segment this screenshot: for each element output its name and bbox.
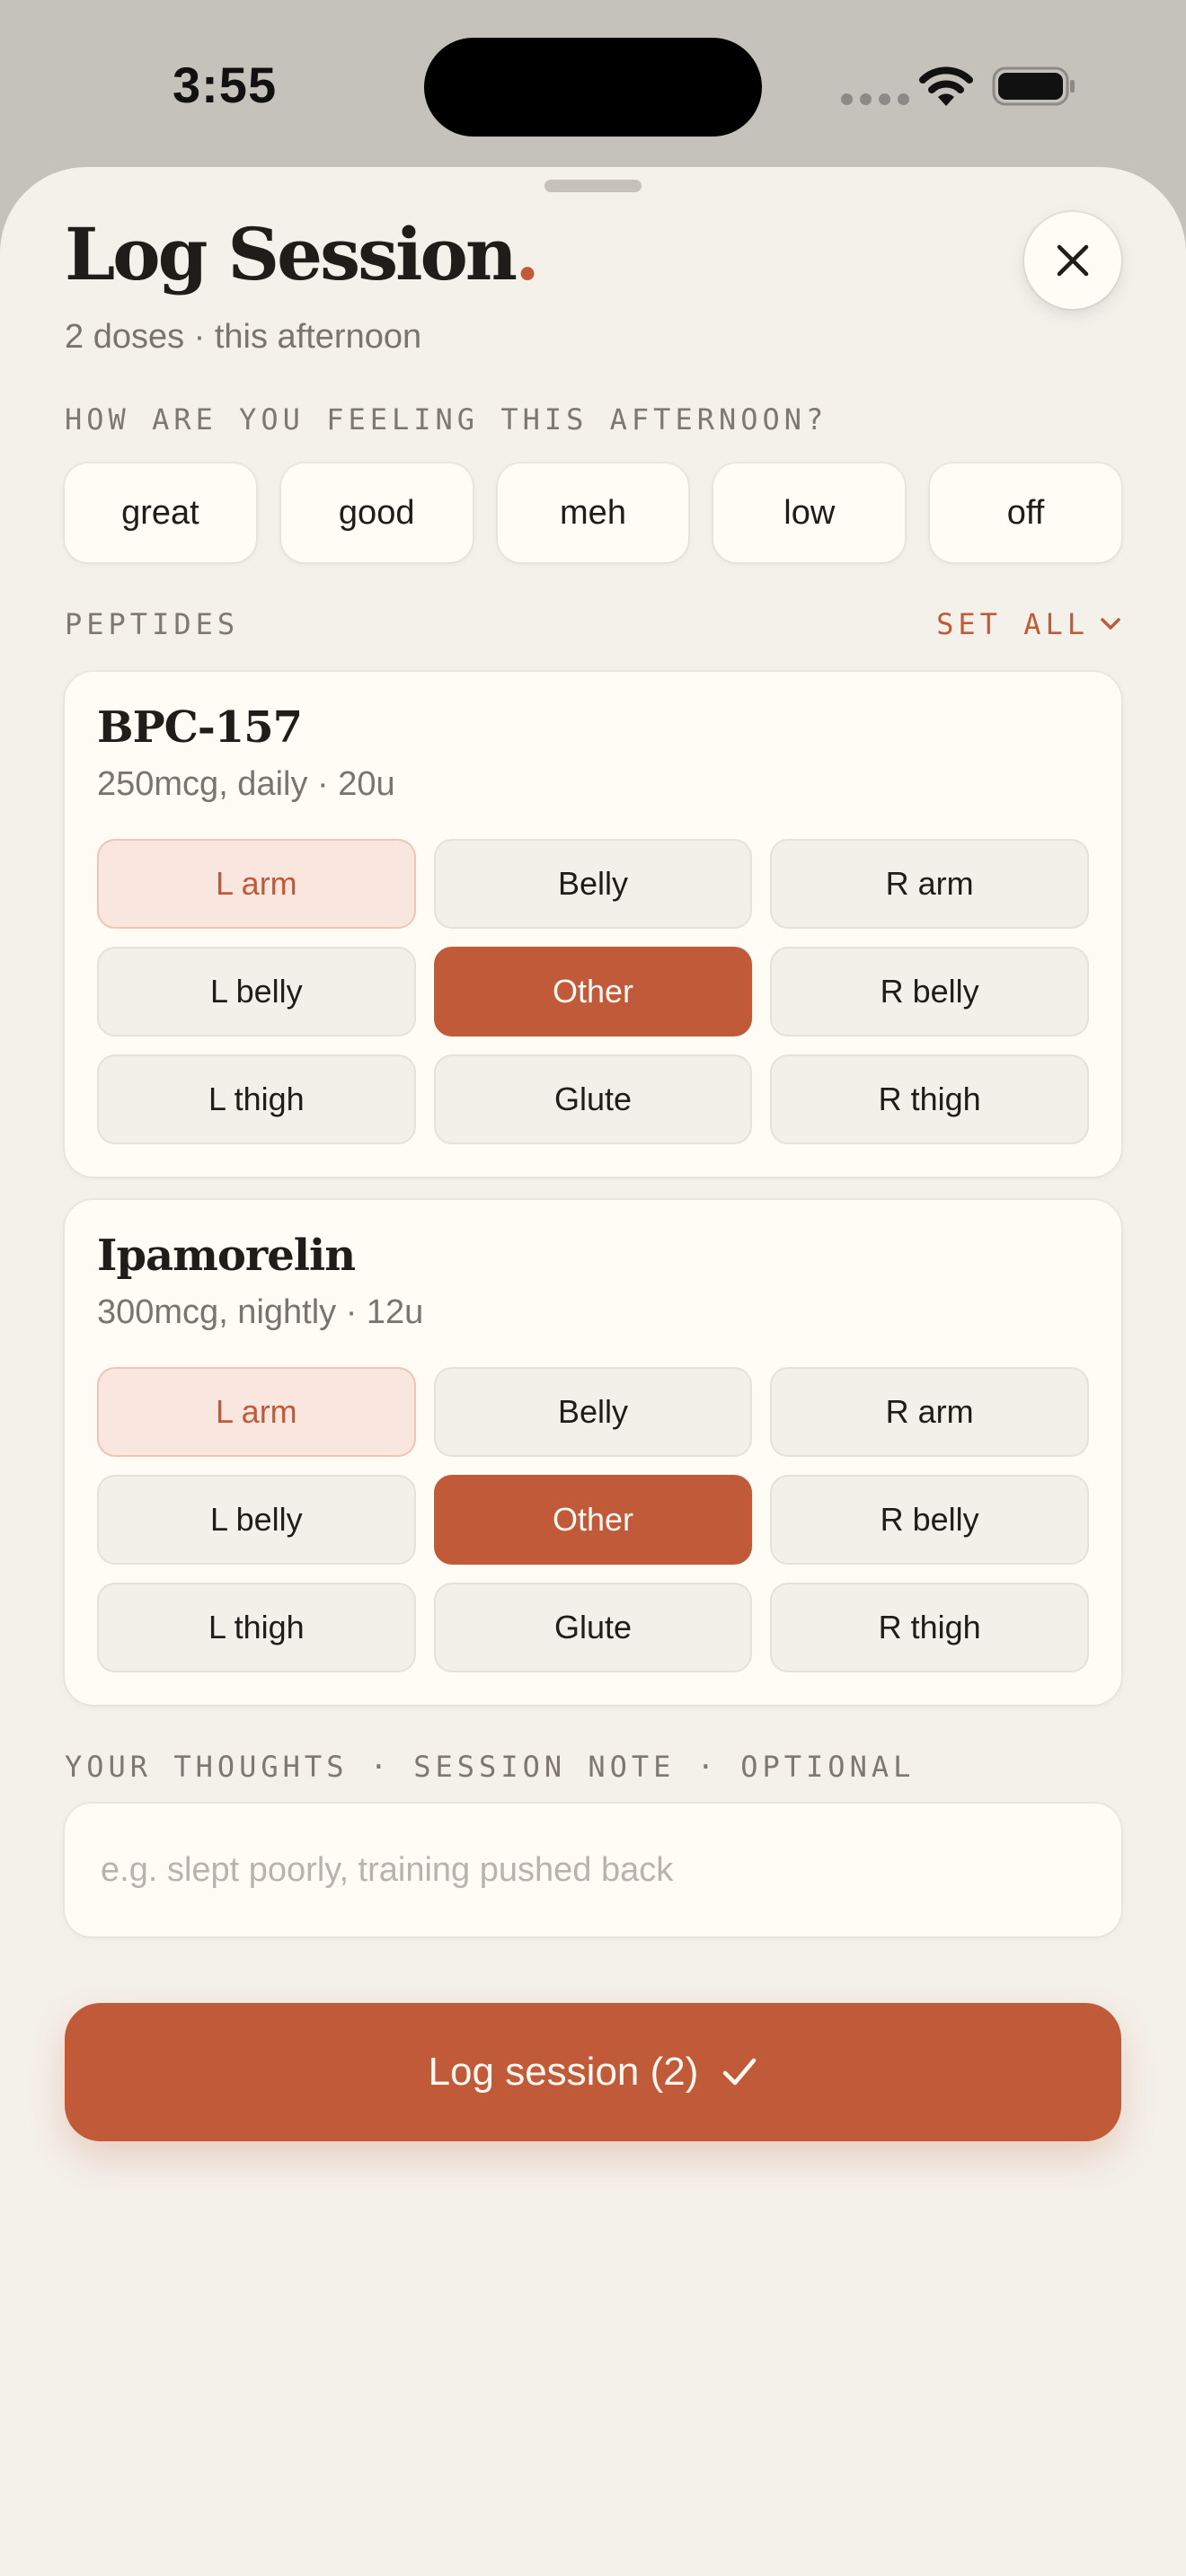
site-button[interactable]: R thigh [770,1054,1089,1144]
log-session-label: Log session (2) [428,2050,699,2094]
peptide-dose: 250mcg, daily · 20u [97,765,395,803]
site-button[interactable]: L arm [97,839,416,929]
site-button[interactable]: Belly [433,1367,753,1457]
peptide-name: BPC-157 [97,702,303,753]
peptides-section-label: PEPTIDES [65,607,240,641]
site-button[interactable]: Glute [433,1054,753,1144]
cellular-signal-icon [841,93,909,105]
mood-option-great[interactable]: great [65,463,256,562]
site-button[interactable]: R belly [770,1475,1089,1565]
wifi-icon [919,66,973,106]
injection-site-grid: L arm Belly R arm L belly Other R belly … [97,839,1089,1144]
set-all-button[interactable]: SET ALL [936,607,1121,641]
site-button[interactable]: Other [433,1475,753,1565]
mood-option-meh[interactable]: meh [497,463,689,562]
chevron-down-icon [1101,618,1120,630]
page-title: Log Session. [65,212,540,296]
mood-options: great good meh low off [65,463,1121,562]
injection-site-grid: L arm Belly R arm L belly Other R belly … [97,1367,1089,1672]
site-button[interactable]: R belly [770,947,1089,1037]
site-button[interactable]: L thigh [97,1583,416,1672]
set-all-label: SET ALL [936,607,1089,641]
peptide-name: Ipamorelin [97,1231,356,1281]
close-button[interactable] [1024,212,1121,309]
site-button[interactable]: Glute [433,1583,753,1672]
mood-option-low[interactable]: low [713,463,906,562]
site-button[interactable]: L arm [97,1367,416,1457]
site-button[interactable]: R thigh [770,1583,1089,1672]
peptide-card: BPC-157 250mcg, daily · 20u L arm Belly … [65,672,1121,1177]
session-subtitle: 2 doses · this afternoon [65,318,422,356]
close-icon [1057,244,1089,277]
site-button[interactable]: Other [433,947,753,1037]
mood-option-good[interactable]: good [280,463,473,562]
note-section-label: YOUR THOUGHTS · SESSION NOTE · OPTIONAL [65,1750,916,1784]
peptide-dose: 300mcg, nightly · 12u [97,1293,424,1331]
session-note-input[interactable] [65,1804,1121,1936]
sheet-grabber[interactable] [544,180,642,192]
site-button[interactable]: R arm [770,1367,1089,1457]
dynamic-island [424,38,762,137]
site-button[interactable]: Belly [433,839,753,929]
log-session-button[interactable]: Log session (2) [65,2003,1121,2141]
checkmark-icon [723,2058,757,2086]
battery-icon [992,66,1075,106]
site-button[interactable]: L belly [97,1475,416,1565]
site-button[interactable]: L thigh [97,1054,416,1144]
site-button[interactable]: L belly [97,947,416,1037]
mood-option-off[interactable]: off [930,463,1121,562]
site-button[interactable]: R arm [770,839,1089,929]
mood-section-label: HOW ARE YOU FEELING THIS AFTERNOON? [65,402,828,437]
status-time: 3:55 [173,57,278,113]
peptide-card: Ipamorelin 300mcg, nightly · 12u L arm B… [65,1200,1121,1705]
log-session-sheet: Log Session. 2 doses · this afternoon HO… [0,167,1186,2576]
